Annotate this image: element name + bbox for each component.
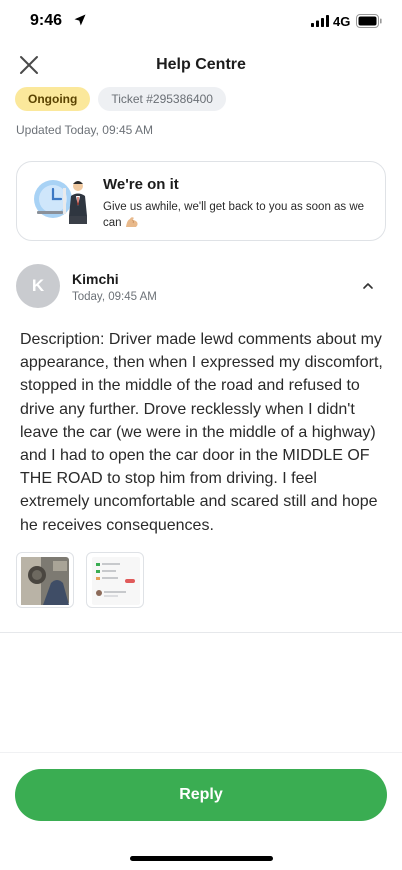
info-title: We're on it	[103, 176, 179, 193]
status-bar: 9:46 4G	[0, 0, 402, 44]
header: Help Centre	[0, 48, 402, 82]
status-badge: Ongoing	[15, 87, 91, 111]
screenshot-attachment[interactable]	[86, 552, 144, 608]
screenshot-thumbnail	[92, 557, 140, 605]
divider	[0, 632, 402, 633]
updated-timestamp: Updated Today, 09:45 AM	[16, 123, 153, 137]
page-title: Help Centre	[156, 56, 246, 73]
flexed-biceps-emoji	[125, 217, 138, 227]
ticket-number-badge: Ticket #295386400	[98, 87, 226, 111]
info-body-text: Give us awhile, we'll get back to you as…	[103, 201, 365, 229]
reply-button[interactable]: Reply	[15, 769, 387, 821]
network-type: 4G	[333, 14, 351, 29]
info-body: Give us awhile, we'll get back to you as…	[103, 199, 375, 231]
chevron-up-icon[interactable]	[360, 278, 376, 294]
message-time: Today, 09:45 AM	[72, 291, 157, 303]
ticket-badges: Ongoing Ticket #295386400	[15, 87, 226, 111]
photo-thumbnail	[21, 557, 69, 605]
battery-icon	[356, 14, 382, 28]
photo-attachment[interactable]	[16, 552, 74, 608]
location-arrow-icon	[74, 14, 86, 26]
agent-with-clock-illustration	[34, 180, 87, 224]
home-indicator	[130, 856, 273, 861]
info-card: We're on it Give us awhile, we'll get ba…	[16, 161, 386, 241]
status-time: 9:46	[30, 12, 63, 29]
avatar: K	[16, 264, 60, 308]
message-author: Kimchi	[72, 271, 119, 287]
footer-divider	[0, 752, 402, 753]
message-description: Description: Driver made lewd comments a…	[20, 331, 383, 534]
signal-bars-icon	[311, 15, 329, 27]
